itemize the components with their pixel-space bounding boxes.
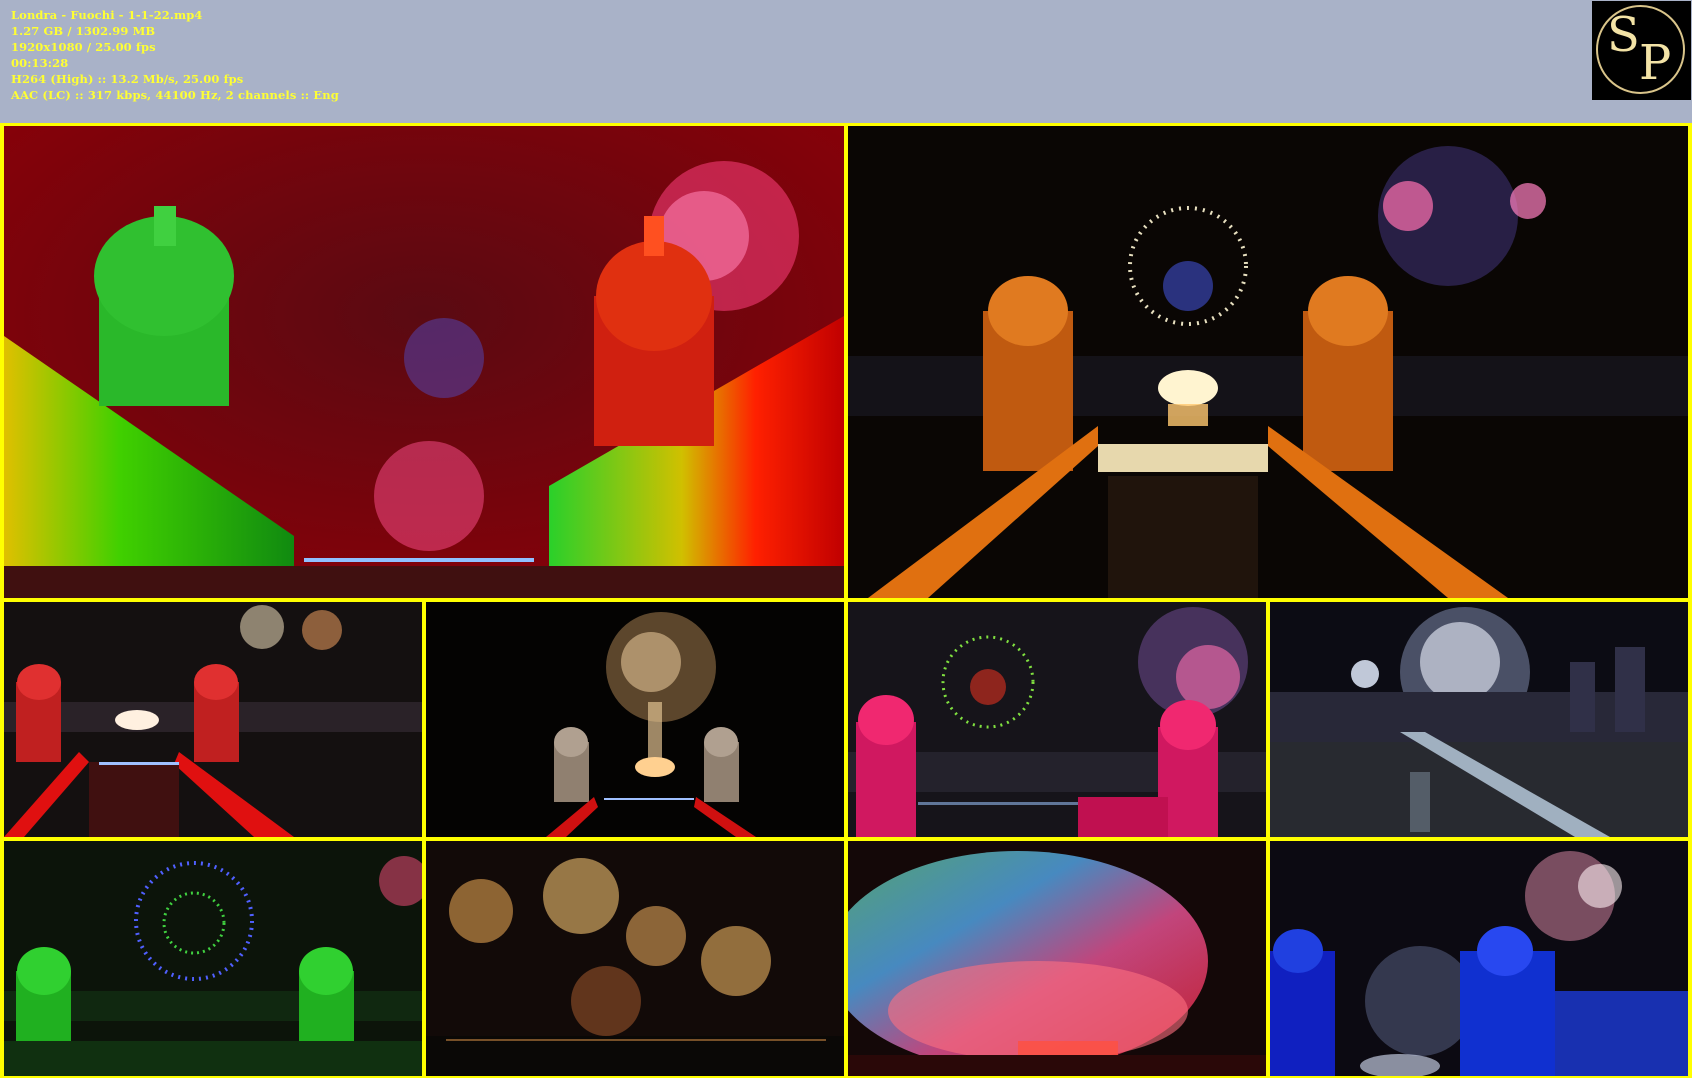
info-filename: Londra - Fuochi - 1-1-22.mp4 bbox=[11, 8, 203, 22]
thumbnail-4[interactable] bbox=[426, 602, 844, 837]
thumbnail-7-image bbox=[4, 841, 422, 1076]
thumbnail-2[interactable] bbox=[848, 126, 1688, 598]
thumbnail-10[interactable] bbox=[1270, 841, 1688, 1076]
thumbnail-3-image bbox=[4, 602, 422, 837]
logo: S P bbox=[1592, 1, 1691, 100]
info-audio-codec: AAC (LC) :: 317 kbps, 44100 Hz, 2 channe… bbox=[11, 88, 339, 102]
thumbnail-9-image bbox=[848, 841, 1266, 1076]
info-size: 1.27 GB / 1302.99 MB bbox=[11, 24, 156, 38]
info-resolution: 1920x1080 / 25.00 fps bbox=[11, 40, 156, 54]
thumbnail-5[interactable] bbox=[848, 602, 1266, 837]
thumbnail-8[interactable] bbox=[426, 841, 844, 1076]
thumbnail-4-image bbox=[426, 602, 844, 837]
logo-letter-s: S bbox=[1607, 7, 1640, 63]
thumbnail-9[interactable] bbox=[848, 841, 1266, 1076]
thumbnail-1[interactable] bbox=[4, 126, 844, 598]
info-header: Londra - Fuochi - 1-1-22.mp4 1.27 GB / 1… bbox=[0, 0, 1692, 122]
info-video-codec: H264 (High) :: 13.2 Mb/s, 25.00 fps bbox=[11, 72, 244, 86]
info-duration: 00:13:28 bbox=[11, 56, 69, 70]
thumbnail-2-image bbox=[848, 126, 1688, 598]
thumbnail-1-image bbox=[4, 126, 844, 598]
thumbnail-3[interactable] bbox=[4, 602, 422, 837]
thumbnail-10-image bbox=[1270, 841, 1688, 1076]
thumbnail-8-image bbox=[426, 841, 844, 1076]
thumbnail-5-image bbox=[848, 602, 1266, 837]
thumbnail-6[interactable] bbox=[1270, 602, 1688, 837]
thumbnail-7[interactable] bbox=[4, 841, 422, 1076]
media-info-block: Londra - Fuochi - 1-1-22.mp4 1.27 GB / 1… bbox=[11, 7, 339, 103]
thumbnail-6-image bbox=[1270, 602, 1688, 837]
logo-letter-p: P bbox=[1639, 35, 1672, 91]
thumbnail-grid bbox=[0, 123, 1692, 1078]
